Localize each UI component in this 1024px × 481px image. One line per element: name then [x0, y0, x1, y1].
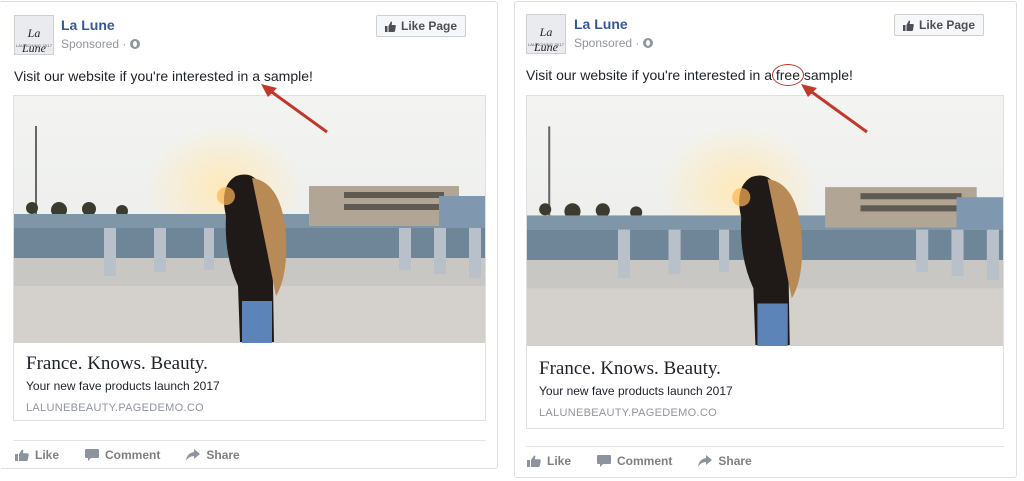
link-domain: LALUNEBEAUTY.PAGEDEMO.CO: [26, 402, 204, 414]
ad-post-revised: La Lune LAUNCHING 2017 La Lune Sponsored…: [514, 1, 1017, 478]
ad-photo[interactable]: [527, 96, 1003, 346]
link-preview-body[interactable]: France. Knows. Beauty. Your new fave pro…: [527, 346, 1003, 430]
sponsored-label: Sponsored ·: [61, 37, 141, 51]
link-headline: France. Knows. Beauty.: [539, 358, 721, 379]
like-label: Like: [35, 448, 60, 462]
globe-icon: [643, 38, 654, 48]
link-description: Your new fave products launch 2017: [539, 384, 733, 398]
comment-icon: [597, 455, 612, 467]
post-caption: Visit our website if you're interested i…: [526, 64, 853, 86]
page-name-link[interactable]: La Lune: [574, 16, 628, 32]
thumbs-up-icon: [15, 449, 29, 461]
caption-end: sample!: [800, 67, 853, 83]
logo-wordmark: La Lune: [534, 25, 558, 54]
comment-button[interactable]: Comment: [597, 454, 672, 468]
share-button[interactable]: Share: [186, 448, 240, 462]
page-name-link[interactable]: La Lune: [61, 17, 115, 33]
highlighted-word: free: [771, 64, 805, 86]
like-button[interactable]: Like: [15, 448, 59, 462]
actions-divider: [526, 446, 1004, 447]
ad-photo[interactable]: [14, 96, 485, 343]
logo-wordmark: La Lune: [22, 26, 46, 55]
like-button[interactable]: Like: [527, 454, 571, 468]
sponsored-text: Sponsored ·: [61, 37, 127, 51]
like-page-label: Like Page: [401, 19, 458, 33]
logo-tagline: LAUNCHING 2017: [527, 42, 565, 47]
post-actions: Like Comment Share: [15, 448, 266, 462]
post-actions: Like Comment Share: [527, 454, 778, 468]
share-button[interactable]: Share: [698, 454, 752, 468]
sponsored-label: Sponsored ·: [574, 36, 654, 50]
globe-icon: [130, 39, 141, 49]
like-page-button[interactable]: Like Page: [894, 14, 985, 36]
share-label: Share: [718, 454, 752, 468]
comment-label: Comment: [617, 454, 673, 468]
share-label: Share: [206, 448, 240, 462]
link-domain: LALUNEBEAUTY.PAGEDEMO.CO: [539, 407, 717, 419]
sponsored-text: Sponsored ·: [574, 36, 640, 50]
comment-icon: [85, 449, 100, 461]
logo-tagline: LAUNCHING 2017: [15, 43, 53, 48]
page-avatar[interactable]: La Lune LAUNCHING 2017: [14, 15, 54, 55]
like-page-label: Like Page: [919, 18, 976, 32]
like-label: Like: [547, 454, 572, 468]
post-caption: Visit our website if you're interested i…: [14, 68, 313, 84]
link-preview-body[interactable]: France. Knows. Beauty. Your new fave pro…: [14, 343, 485, 422]
thumbs-up-icon: [385, 21, 396, 32]
actions-divider: [13, 440, 486, 441]
page-avatar[interactable]: La Lune LAUNCHING 2017: [526, 14, 566, 54]
share-arrow-icon: [698, 455, 713, 467]
share-arrow-icon: [186, 449, 201, 461]
link-preview-card[interactable]: France. Knows. Beauty. Your new fave pro…: [13, 95, 486, 421]
comment-label: Comment: [105, 448, 161, 462]
comment-button[interactable]: Comment: [85, 448, 160, 462]
thumbs-up-icon: [903, 20, 914, 31]
link-headline: France. Knows. Beauty.: [26, 353, 208, 374]
thumbs-up-icon: [527, 455, 541, 467]
link-description: Your new fave products launch 2017: [26, 379, 220, 393]
like-page-button[interactable]: Like Page: [376, 15, 467, 37]
link-preview-card[interactable]: France. Knows. Beauty. Your new fave pro…: [526, 95, 1004, 429]
caption-start: Visit our website if you're interested i…: [526, 67, 776, 83]
ad-post-original: La Lune LAUNCHING 2017 La Lune Sponsored…: [1, 1, 498, 469]
